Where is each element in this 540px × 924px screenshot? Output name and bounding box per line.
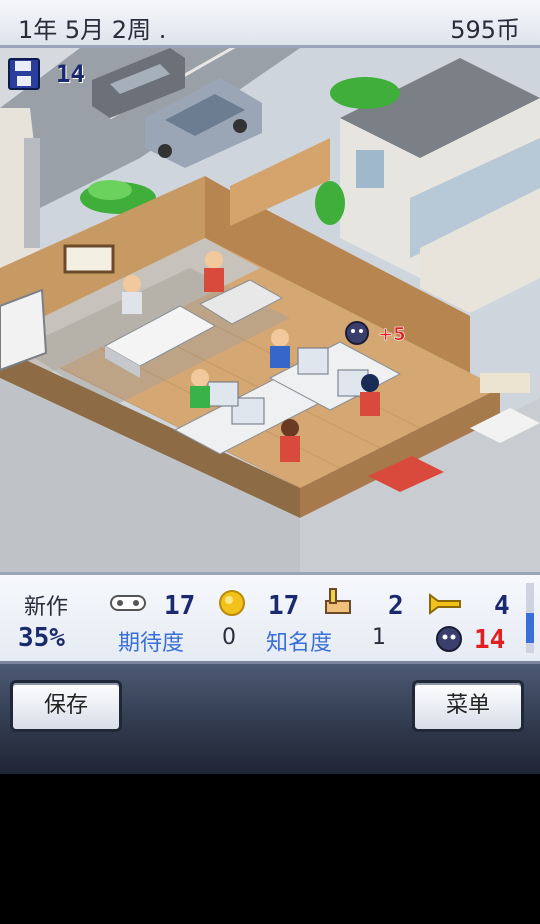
top-bar: 1年 5月 2周 . 595币	[0, 0, 540, 48]
creativity-value: 17	[268, 591, 300, 621]
game-date: 1年 5月 2周 .	[18, 16, 167, 44]
bug-popup	[345, 321, 369, 345]
brush-icon	[322, 587, 354, 621]
bug-icon	[434, 623, 464, 657]
fun-value: 17	[164, 591, 196, 621]
status-scrollbar[interactable]	[526, 583, 534, 653]
fame-label: 知名度	[266, 631, 333, 656]
status-scrollbar-thumb[interactable]	[526, 613, 534, 643]
save-count-value: 14	[56, 60, 85, 88]
sound-value: 4	[494, 591, 510, 621]
graphics-value: 2	[388, 591, 404, 621]
status-panel: 新作 17 17 2 4 35% 期待度 0 知名度 1 14	[0, 572, 540, 664]
menu-button[interactable]: 菜单	[412, 680, 524, 732]
office-scene[interactable]: +5	[0, 48, 540, 572]
fame-value: 1	[372, 625, 386, 650]
button-bar: 保存 菜单	[0, 664, 540, 774]
bug-popup-text: +5	[378, 324, 406, 345]
floppy-disk-icon	[8, 58, 40, 90]
save-counter: 14	[8, 58, 85, 94]
new-game-label: 新作	[24, 595, 69, 620]
save-button[interactable]: 保存	[10, 680, 122, 732]
expectation-label: 期待度	[118, 631, 185, 656]
coin-icon	[218, 589, 246, 621]
expectation-value: 0	[222, 625, 236, 650]
bug-count: 14	[474, 625, 506, 655]
gamepad-icon	[110, 593, 146, 617]
money-display: 595币	[450, 16, 520, 44]
development-progress: 35%	[18, 623, 65, 653]
trumpet-icon	[428, 591, 464, 619]
